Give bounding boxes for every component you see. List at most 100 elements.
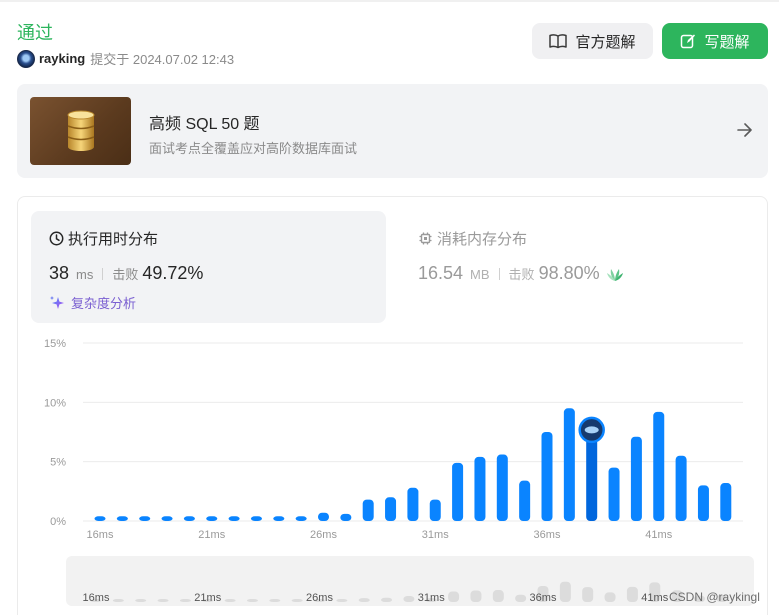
chart-bar[interactable] — [318, 512, 329, 521]
x-tick-label: 31ms — [422, 529, 449, 541]
write-solution-label: 写题解 — [704, 33, 750, 51]
memory-value: 16.54 — [418, 263, 464, 283]
overview-bar — [626, 586, 638, 602]
chart-bar[interactable] — [653, 411, 665, 521]
overview-bar — [224, 599, 236, 602]
runtime-title: 执行用时分布 — [49, 228, 158, 249]
chart-bar[interactable] — [362, 499, 374, 521]
overview-bars — [90, 581, 728, 602]
sparkle-icon — [50, 295, 64, 309]
arrow-right-icon — [737, 123, 752, 137]
chart-bar[interactable] — [697, 485, 709, 521]
chart-bar[interactable] — [385, 497, 397, 521]
overview-bar — [246, 599, 258, 602]
runtime-beats-percent: 49.72% — [142, 263, 204, 283]
chart-bar[interactable] — [541, 432, 553, 521]
chart-x-axis: 16ms 21ms 26ms 31ms 36ms 41ms — [87, 529, 673, 541]
memory-title: 消耗内存分布 — [418, 228, 527, 249]
study-plan-card[interactable]: 高频 SQL 50 题 面试考点全覆盖应对高阶数据库面试 — [17, 84, 768, 178]
chart-bar[interactable] — [452, 462, 464, 521]
avatar[interactable] — [17, 49, 35, 68]
overview-bar — [403, 596, 415, 602]
overview-tick-label: 21ms — [194, 592, 221, 604]
chart-bar[interactable] — [250, 516, 262, 521]
overview-bar — [336, 599, 348, 602]
overview-bar — [604, 592, 616, 602]
overview-bar — [448, 591, 460, 602]
chart-marker — [578, 416, 605, 444]
submitted-time: 提交于 2024.07.02 12:43 — [90, 52, 235, 67]
runtime-unit: ms — [76, 267, 94, 282]
chart-bar[interactable] — [94, 516, 106, 521]
y-tick-label: 15% — [44, 338, 66, 350]
runtime-title-text: 执行用时分布 — [68, 231, 159, 248]
overview-bar — [291, 599, 303, 602]
chart-bars — [94, 408, 732, 521]
chart-bar[interactable] — [563, 408, 575, 521]
range-slider-overview[interactable]: 16ms 21ms 26ms 31ms 36ms 41ms — [66, 556, 754, 606]
overview-bar — [112, 599, 124, 602]
chart-bar[interactable] — [496, 454, 508, 521]
overview-x-axis: 16ms 21ms 26ms 31ms 36ms 41ms — [83, 592, 669, 604]
chart-bar[interactable] — [161, 516, 173, 521]
y-tick-label: 5% — [50, 457, 66, 469]
chart-bar[interactable] — [630, 436, 642, 521]
chart-bar[interactable] — [273, 516, 285, 521]
overview-bar — [179, 599, 191, 602]
chart-bar[interactable] — [139, 516, 151, 521]
overview-bar — [358, 598, 370, 602]
runtime-distribution-tab[interactable]: 执行用时分布 38 ms 击败 49.72% 复杂度分析 — [31, 211, 386, 323]
runtime-beats-label: 击败 — [112, 267, 139, 282]
database-icon — [67, 110, 94, 151]
study-plan-title: 高频 SQL 50 题 — [149, 116, 260, 133]
complexity-label: 复杂度分析 — [71, 296, 137, 311]
overview-tick-label: 16ms — [83, 592, 110, 604]
overview-bar — [492, 590, 504, 602]
chart-bar[interactable] — [206, 516, 218, 521]
metric-divider — [102, 267, 104, 280]
chart-bar[interactable] — [675, 455, 687, 521]
overview-bar — [582, 587, 594, 602]
chart-bar[interactable] — [608, 467, 620, 521]
chart-bar[interactable] — [429, 499, 441, 521]
chart-bar[interactable] — [519, 480, 531, 521]
clock-icon — [49, 231, 64, 246]
overview-bar — [470, 590, 482, 602]
overview-bar — [135, 599, 147, 602]
submission-status: 通过 — [17, 23, 53, 43]
complexity-analysis-link[interactable]: 复杂度分析 — [49, 293, 136, 312]
chip-icon — [419, 232, 432, 245]
chart-bar[interactable] — [228, 516, 240, 521]
chart-y-axis: 0% 5% 10% 15% — [44, 338, 66, 528]
overview-bar — [269, 599, 281, 602]
overview-bar — [157, 599, 169, 602]
write-solution-button[interactable]: 写题解 — [662, 23, 768, 59]
chart-bar[interactable] — [586, 437, 598, 521]
chart-bar[interactable] — [116, 516, 128, 521]
x-tick-label: 16ms — [87, 529, 114, 541]
x-tick-label: 36ms — [534, 529, 561, 541]
avatar-icon — [584, 426, 599, 434]
submitter-info: rayking 提交于 2024.07.02 12:43 — [17, 49, 234, 68]
watermark: CSDN @raykingl — [669, 590, 760, 604]
username[interactable]: rayking — [39, 51, 85, 66]
chart-bar[interactable] — [183, 516, 195, 521]
edit-icon — [681, 34, 696, 49]
chart-bar[interactable] — [407, 487, 419, 521]
chart-bar[interactable] — [720, 483, 732, 521]
memory-title-text: 消耗内存分布 — [437, 231, 528, 248]
chart-bar[interactable] — [340, 513, 352, 521]
chart-bar[interactable] — [295, 516, 307, 521]
chart-bar[interactable] — [474, 456, 486, 521]
leaf-badge-icon — [606, 268, 623, 281]
runtime-metrics: 38 ms 击败 49.72% — [49, 263, 203, 284]
overview-tick-label: 41ms — [641, 592, 668, 604]
metric-divider — [498, 267, 500, 280]
overview-tick-label: 26ms — [306, 592, 333, 604]
runtime-distribution-chart[interactable]: 0% 5% 10% 15% 16ms 21ms 26ms 31ms 36ms 41ms — [38, 333, 753, 548]
top-divider — [0, 0, 779, 2]
official-solution-button[interactable]: 官方题解 — [532, 23, 653, 59]
memory-beats-label: 击败 — [508, 267, 535, 282]
overview-bar — [515, 594, 527, 602]
memory-distribution-tab[interactable]: 消耗内存分布 16.54 MB 击败 98.80% — [400, 211, 755, 323]
